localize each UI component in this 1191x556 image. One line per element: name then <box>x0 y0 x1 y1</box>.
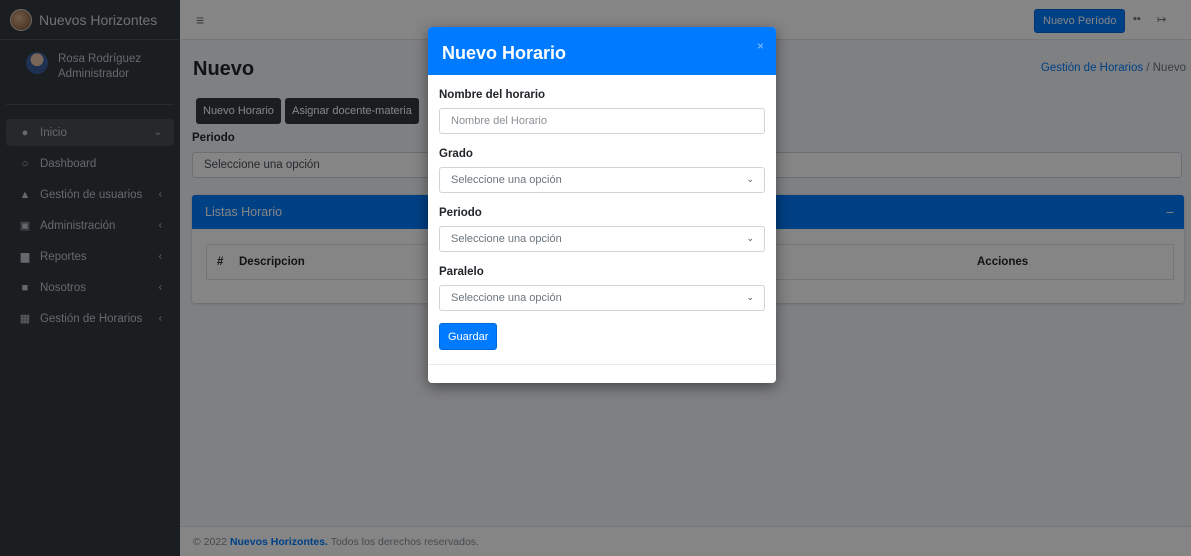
grado-select-value: Seleccione una opción <box>451 174 562 186</box>
chevron-down-icon: ⌄ <box>746 292 754 302</box>
grado-label: Grado <box>439 148 473 160</box>
close-icon[interactable]: × <box>757 39 764 53</box>
schedule-name-input[interactable] <box>439 108 765 134</box>
chevron-down-icon: ⌄ <box>746 233 754 243</box>
paralelo-select-value: Seleccione una opción <box>451 292 562 304</box>
grado-select[interactable]: Seleccione una opción ⌄ <box>439 167 765 193</box>
paralelo-select[interactable]: Seleccione una opción ⌄ <box>439 285 765 311</box>
modal-title: Nuevo Horario <box>442 42 567 63</box>
modal-periodo-label: Periodo <box>439 207 482 219</box>
paralelo-label: Paralelo <box>439 266 484 278</box>
schedule-name-label: Nombre del horario <box>439 89 546 101</box>
modal-footer <box>428 364 776 383</box>
chevron-down-icon: ⌄ <box>746 174 754 184</box>
new-schedule-modal: Nuevo Horario × Nombre del horario Grado… <box>428 27 776 383</box>
periodo-select-value: Seleccione una opción <box>451 233 562 245</box>
save-button[interactable]: Guardar <box>439 323 498 350</box>
modal-body: Nombre del horario Grado Seleccione una … <box>428 89 776 350</box>
modal-periodo-select[interactable]: Seleccione una opción ⌄ <box>439 226 765 252</box>
modal-header: Nuevo Horario × <box>428 27 776 75</box>
